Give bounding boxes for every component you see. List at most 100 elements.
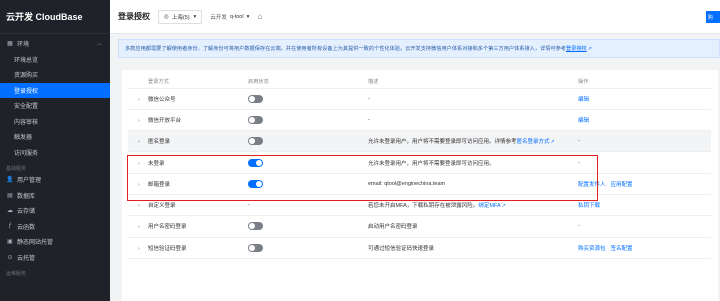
table-row: › 匿名登录 允许未登录用户，用户将不需要登录即可访问应用。详情参考匿名登录方式↗… [128,130,711,153]
notice-link[interactable]: 登录授权 [566,45,587,52]
expand-caret-icon[interactable]: › [138,139,148,145]
brand-logo: 云开发 CloudBase [0,0,110,34]
expand-caret-icon[interactable]: › [138,182,148,188]
method-desc: 启动用户名密码登录 [368,224,418,231]
buy-package-link[interactable]: 购买资源包 [578,246,606,252]
user-icon: 👤 [6,177,14,184]
method-name: 邮箱登录 [148,181,171,188]
page-title: 登录授权 [118,12,150,21]
sidebar-item-hosting[interactable]: ▣ 静态网站托管 [0,234,110,250]
chevron-down-icon: ▾ [246,13,250,20]
enable-toggle[interactable] [248,158,263,167]
table-row: › 微信公众号 - 编辑 [128,88,711,110]
expand-caret-icon[interactable]: › [138,97,148,103]
env-select[interactable]: q-tool ▾ [230,14,250,20]
desc-link[interactable]: 匿名登录方式 [517,139,550,145]
chevron-down-icon: ▾ [193,13,197,20]
sidebar-item-moderation[interactable]: 内容审核 [0,114,110,130]
expand-caret-icon[interactable]: › [138,224,148,230]
external-link-icon: ↗ [501,203,506,210]
sidebar-item-env[interactable]: ▦ 环境 ︿ [0,36,110,52]
header-method: 登录方式 [128,76,248,89]
ops-empty: - [578,223,580,230]
sidebar-item-label: 登录授权 [14,88,39,95]
method-desc: - [368,95,370,102]
expand-caret-icon[interactable]: › [138,118,148,124]
function-icon: ƒ [8,223,12,230]
notice-text: 多款应用都需要了解使用者身份，了解身份可将用户数据保存在云端，并在使用者所有设备… [125,46,566,52]
sidebar-item-storage[interactable]: ☁ 云存储 [0,203,110,219]
method-name: 微信公众号 [148,96,176,103]
expand-caret-icon[interactable]: › [138,203,148,209]
sidebar-item-triggers[interactable]: 触发器 [0,129,110,145]
chevron-up-icon: ︿ [96,41,102,48]
sidebar: 云开发 CloudBase ▦ 环境 ︿ 环境总览 资源购买 登录授权 安全配置… [0,0,110,301]
globe-icon: ◎ [164,13,169,20]
sidebar-item-functions[interactable]: ƒ 云函数 [0,219,110,235]
table-row: › 未登录 允许未登录用户，用户将不需要登录即可访问应用。 - [128,151,711,174]
configure-sender-link[interactable]: 配置发件人 [578,182,606,188]
header-ops: 操作 [578,76,711,89]
sidebar-item-access[interactable]: 访问服务 [0,145,110,161]
login-methods-table: 登录方式 启用状态 描述 操作 ›微信公众号 - 编辑 ›微信开放平台 - [128,76,711,259]
enable-toggle[interactable] [248,222,263,231]
table-row: › 短信验证码登录 可通过短信验证码快速登录 购买资源包 签名配置 [128,237,711,259]
edit-link[interactable]: 编辑 [578,118,589,124]
sidebar-item-database[interactable]: ▤ 数据库 [0,188,110,204]
main-content: 多款应用都需要了解使用者身份，了解身份可将用户数据保存在云端，并在使用者所有设备… [110,34,720,301]
method-name: 微信开放平台 [148,117,182,124]
sidebar-item-label: 云托管 [17,255,36,262]
expand-caret-icon[interactable]: › [138,246,148,252]
sidebar-item-label: 资源购买 [14,73,39,80]
purchase-button[interactable]: 购 [706,11,720,23]
sidebar-item-label: 触发器 [14,135,33,142]
sidebar-item-label: 内容审核 [14,119,39,126]
ops-empty: - [578,159,580,166]
home-icon[interactable]: ⌂ [257,12,262,21]
login-methods-card: 登录方式 启用状态 描述 操作 ›微信公众号 - 编辑 ›微信开放平台 - [122,70,718,301]
method-desc: - [368,116,370,123]
sidebar-item-cloudrun[interactable]: ⊙ 云托管 [0,250,110,266]
table-header-row: 登录方式 启用状态 描述 操作 [128,76,711,89]
sidebar-item-overview[interactable]: 环境总览 [0,52,110,68]
method-desc: email: qtool@enginechina.team [368,180,446,187]
header-desc: 描述 [368,76,578,89]
sidebar-item-label: 静态网站托管 [17,240,54,247]
sidebar-item-security[interactable]: 安全配置 [0,98,110,114]
sidebar-nav: ▦ 环境 ︿ 环境总览 资源购买 登录授权 安全配置 内容审核 触发器 访问服务… [0,34,110,277]
region-select[interactable]: ◎ 上海(5) ▾ [158,9,203,24]
sidebar-item-label: 数据库 [17,193,36,200]
method-desc: 允许未登录用户，用户将不需要登录即可访问应用。 [368,160,495,167]
info-notice: 多款应用都需要了解使用者身份，了解身份可将用户数据保存在云端，并在使用者所有设备… [118,39,720,58]
method-name: 匿名登录 [148,139,171,146]
sidebar-item-users[interactable]: 👤 用户管理 [0,172,110,188]
enable-toggle[interactable] [248,94,263,103]
table-row: › 微信开放平台 - 编辑 [128,109,711,132]
section-label-basic: 基础服务 [6,166,27,172]
env-value: q-tool [229,13,244,20]
enable-toggle[interactable] [248,115,263,124]
method-desc: 允许未登录用户，用户将不需要登录即可访问应用。详情参考 [368,139,517,146]
enable-toggle[interactable] [248,179,263,188]
storage-icon: ☁ [7,208,13,215]
env-icon: ▦ [7,41,13,48]
app-config-link[interactable]: 应用配置 [611,182,633,188]
signature-config-link[interactable]: 签名配置 [611,246,633,252]
download-key-link[interactable]: 私钥下载 [578,203,600,209]
edit-link[interactable]: 编辑 [578,97,589,103]
region-value: 上海(5) [171,14,190,21]
bind-mfa-link[interactable]: 绑定MFA [478,203,500,209]
table-row: › 用户名密码登录 启动用户名密码登录 - [128,215,711,238]
section-label-ops: 运维服务 [6,271,27,277]
sidebar-item-login-auth[interactable]: 登录授权 [0,82,110,98]
enable-toggle[interactable] [248,243,263,252]
database-icon: ▤ [7,192,13,199]
table-row: › 邮箱登录 email: qtool@enginechina.team 配置发件… [128,173,711,195]
header-status: 启用状态 [248,76,368,89]
ops-empty: - [578,138,580,145]
table-row: › 自定义登录 - 若您未开启MFA，下载私钥存在被泄露风险。绑定MFA↗ 私钥下… [128,194,711,217]
sidebar-item-purchase[interactable]: 资源购买 [0,67,110,83]
expand-caret-icon[interactable]: › [138,161,148,167]
env-label: 云开发 [210,14,227,21]
enable-toggle[interactable] [248,137,263,146]
